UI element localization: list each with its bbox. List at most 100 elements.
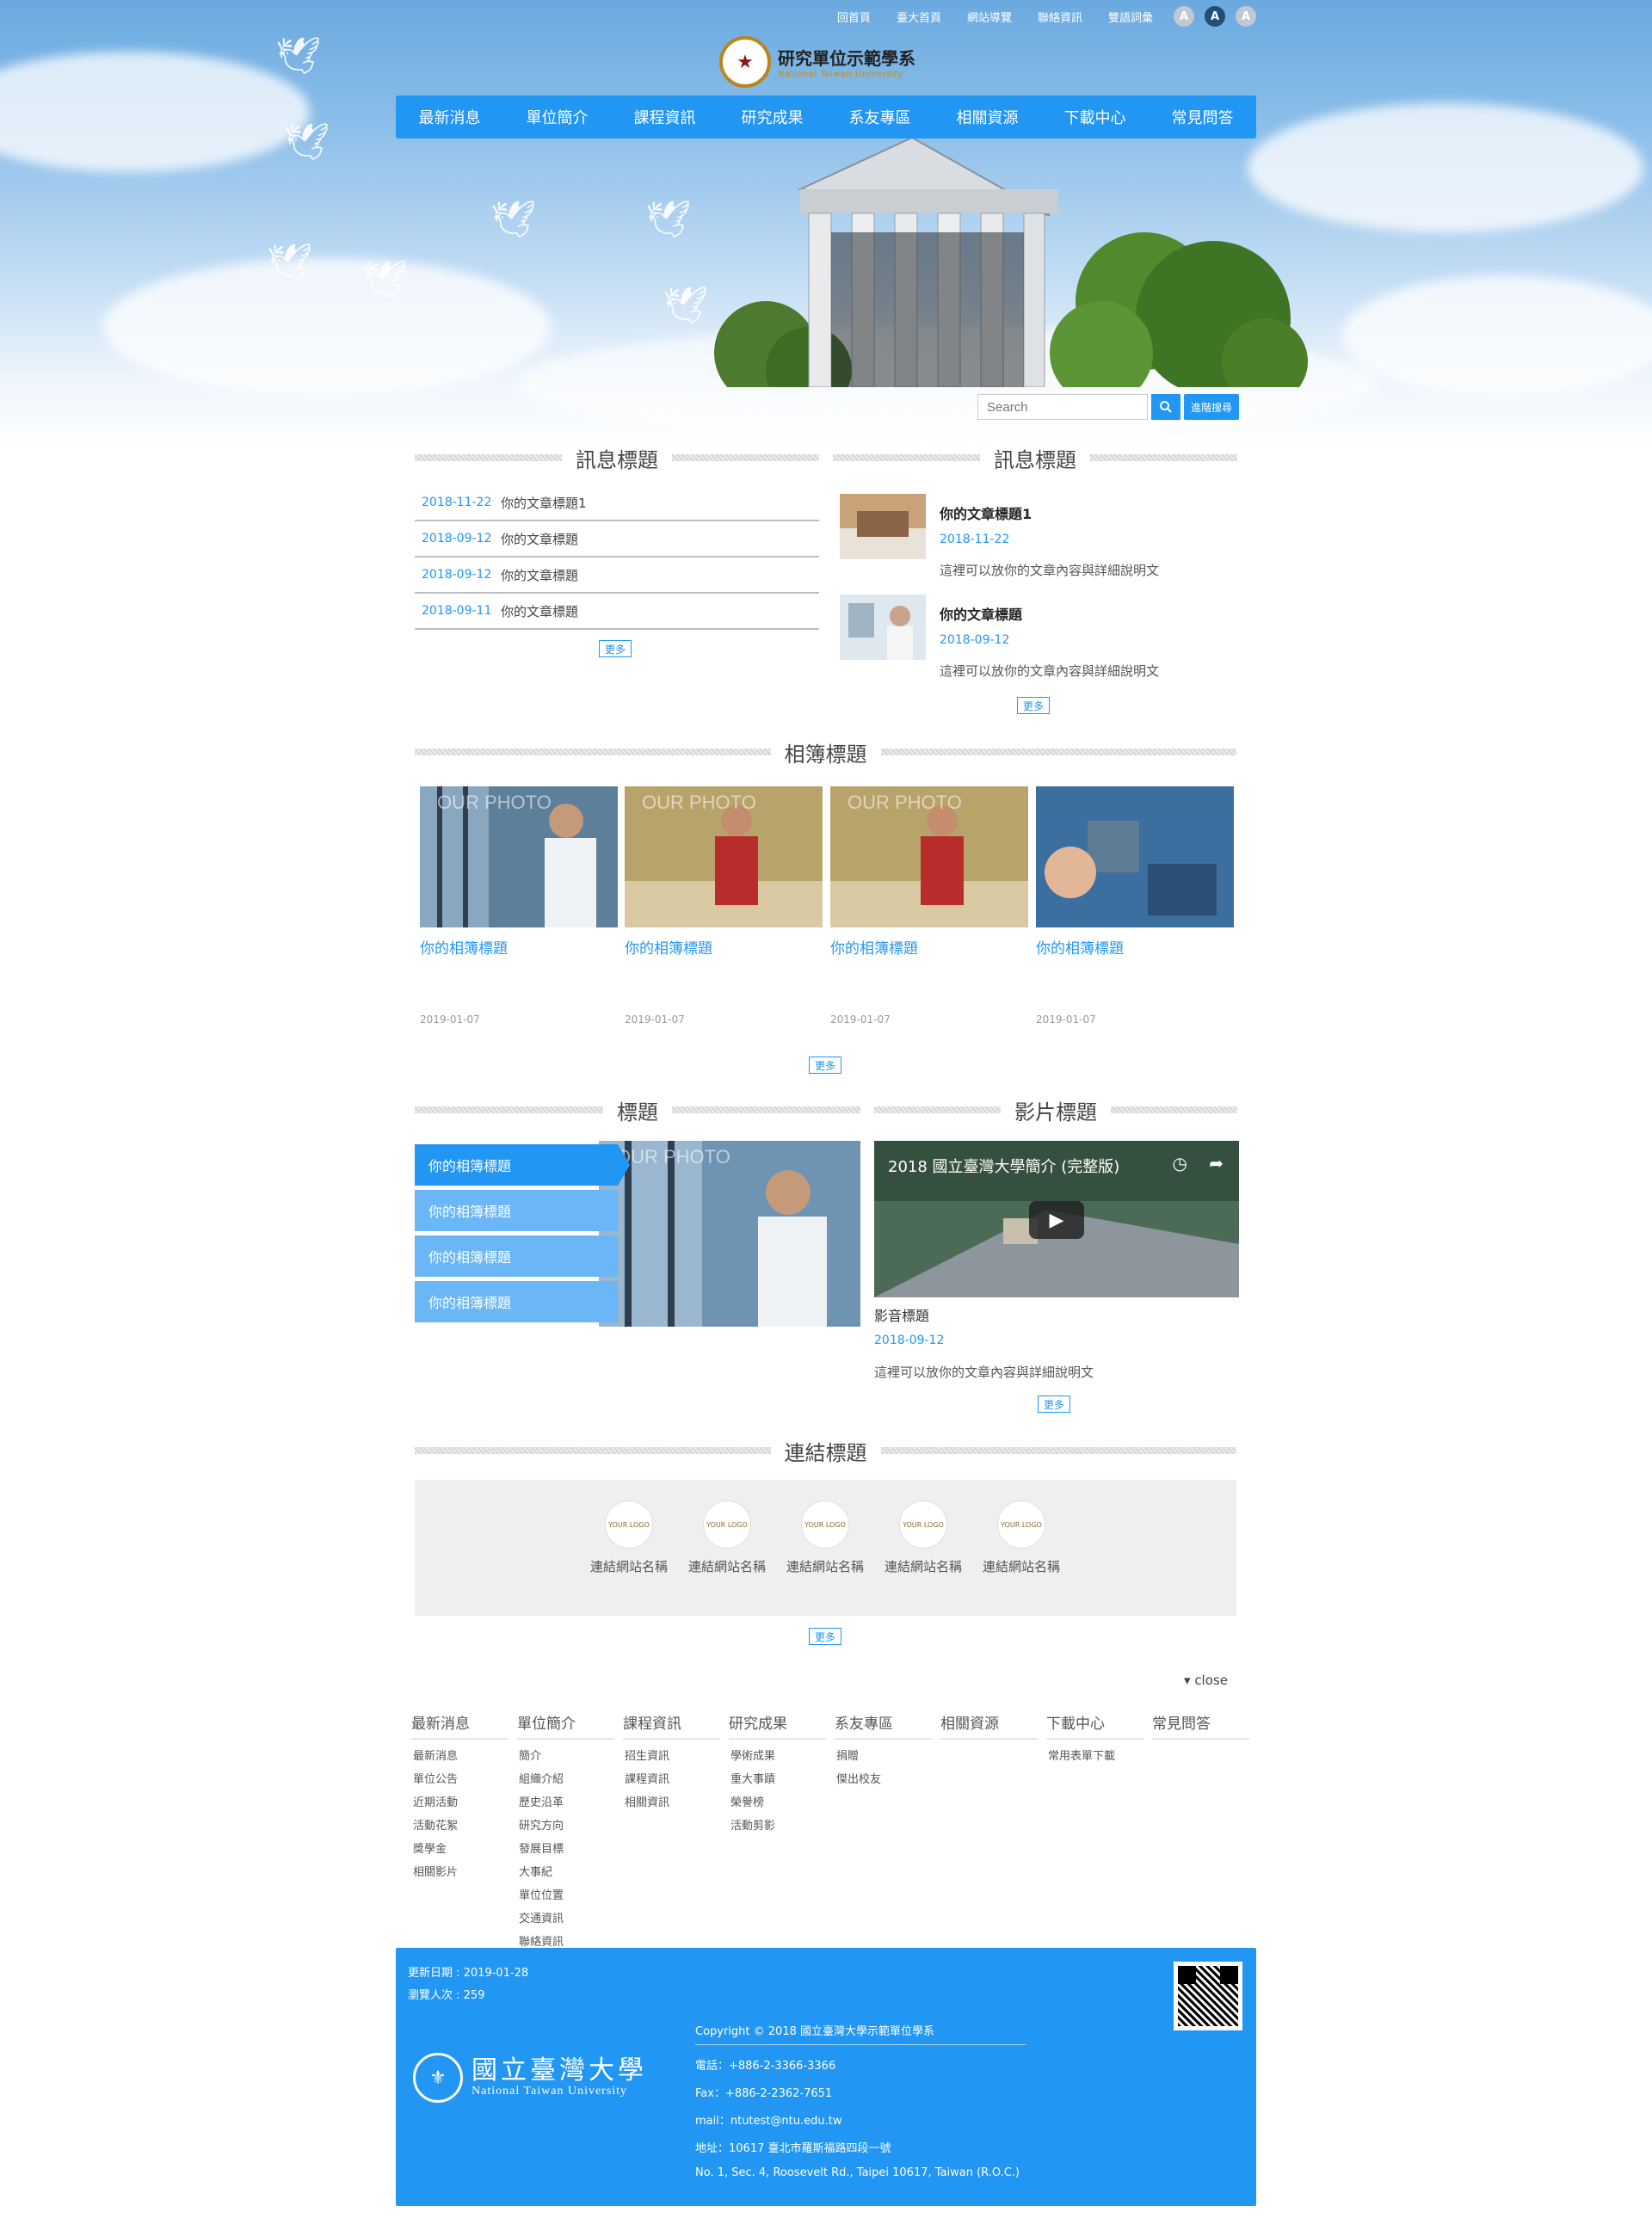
slide-tab[interactable]: 你的相簿標題 xyxy=(415,1144,630,1186)
sitemap-heading[interactable]: 系友專區 xyxy=(835,1708,932,1740)
album-title[interactable]: 你的相簿標題 xyxy=(625,936,823,958)
sitemap-heading[interactable]: 單位簡介 xyxy=(517,1708,614,1740)
sitemap-heading[interactable]: 課程資訊 xyxy=(623,1708,720,1740)
sitemap-link[interactable]: 常用表單下載 xyxy=(1046,1747,1150,1763)
video-more-button[interactable]: 更多 xyxy=(1038,1395,1071,1413)
sitemap-link[interactable]: 課程資訊 xyxy=(623,1770,727,1786)
sitemap-link[interactable]: 相關影片 xyxy=(411,1863,515,1879)
link-item[interactable]: YOUR LOGO 連結網站名稱 xyxy=(688,1500,766,1575)
sitemap-link[interactable]: 活動剪影 xyxy=(729,1816,833,1833)
sitemap-link[interactable]: 學術成果 xyxy=(729,1747,833,1763)
nav-research[interactable]: 研究成果 xyxy=(718,95,826,139)
sitemap-link[interactable]: 網站導覽 xyxy=(957,9,1022,25)
sitemap-link[interactable]: 相關資訊 xyxy=(623,1793,727,1809)
sitemap-link[interactable]: 研究方向 xyxy=(517,1816,621,1833)
nav-faq[interactable]: 常見問答 xyxy=(1149,95,1256,139)
slide-tab[interactable]: 你的相簿標題 xyxy=(415,1190,618,1231)
home-link[interactable]: 回首頁 xyxy=(827,9,881,25)
sitemap-link[interactable]: 重大事蹟 xyxy=(729,1770,833,1786)
sitemap-link[interactable]: 獎學金 xyxy=(411,1839,515,1856)
sitemap-link[interactable]: 榮譽榜 xyxy=(729,1793,833,1809)
nav-resources[interactable]: 相關資源 xyxy=(934,95,1041,139)
album-card[interactable]: OUR PHOTO 你的相簿標題 2019-01-07 xyxy=(420,786,618,1036)
sitemap-link[interactable]: 傑出校友 xyxy=(835,1770,939,1786)
sitemap-link[interactable]: 大事紀 xyxy=(517,1863,621,1879)
article-card[interactable]: 你的文章標題1 2018-11-22 這裡可以放你的文章內容與詳細說明文 xyxy=(840,494,1236,578)
sitemap-link[interactable]: 近期活動 xyxy=(411,1793,515,1809)
sitemap-link[interactable]: 單位公告 xyxy=(411,1770,515,1786)
link-item[interactable]: YOUR LOGO 連結網站名稱 xyxy=(590,1500,668,1575)
sitemap-link[interactable]: 歷史沿革 xyxy=(517,1793,621,1809)
sitemap-close-button[interactable]: ▾ close xyxy=(1184,1673,1228,1688)
album-title[interactable]: 你的相簿標題 xyxy=(830,936,1028,958)
nav-about[interactable]: 單位簡介 xyxy=(503,95,611,139)
sitemap-link[interactable]: 活動花絮 xyxy=(411,1816,515,1833)
news-more-button[interactable]: 更多 xyxy=(599,640,632,657)
sitemap-link[interactable]: 招生資訊 xyxy=(623,1747,727,1763)
link-item[interactable]: YOUR LOGO 連結網站名稱 xyxy=(983,1500,1060,1575)
slide-tab[interactable]: 你的相簿標題 xyxy=(415,1235,618,1277)
font-small-button[interactable]: A xyxy=(1174,6,1194,27)
sitemap-heading[interactable]: 下載中心 xyxy=(1046,1708,1143,1740)
font-medium-button[interactable]: A xyxy=(1205,6,1225,27)
news-title[interactable]: 你的文章標題 xyxy=(501,530,578,548)
contact-link[interactable]: 聯絡資訊 xyxy=(1027,9,1093,25)
clock-icon[interactable]: ◷ xyxy=(1173,1153,1187,1174)
album-more-button[interactable]: 更多 xyxy=(809,1057,842,1074)
sitemap-link[interactable]: 組織介紹 xyxy=(517,1770,621,1786)
album-date: 2019-01-07 xyxy=(1036,1014,1096,1026)
video-caption[interactable]: 影音標題 xyxy=(874,1304,929,1325)
nav-news[interactable]: 最新消息 xyxy=(396,95,503,139)
link-item[interactable]: YOUR LOGO 連結網站名稱 xyxy=(786,1500,864,1575)
sitemap-link[interactable]: 聯絡資訊 xyxy=(517,1932,621,1949)
album-title[interactable]: 你的相簿標題 xyxy=(1036,936,1234,958)
news-title[interactable]: 你的文章標題 xyxy=(501,566,578,584)
list-item[interactable]: 2018-09-12 你的文章標題 xyxy=(415,558,819,594)
sitemap-link[interactable]: 交通資訊 xyxy=(517,1909,621,1925)
nav-courses[interactable]: 課程資訊 xyxy=(611,95,718,139)
sitemap-link[interactable]: 單位位置 xyxy=(517,1886,621,1902)
news-title[interactable]: 你的文章標題 xyxy=(501,602,578,620)
article-card[interactable]: 你的文章標題 2018-09-12 這裡可以放你的文章內容與詳細說明文 xyxy=(840,595,1236,679)
links-more-button[interactable]: 更多 xyxy=(809,1628,842,1645)
glossary-link[interactable]: 雙語詞彙 xyxy=(1098,9,1163,25)
article-more-button[interactable]: 更多 xyxy=(1017,697,1051,714)
album-card[interactable]: OUR PHOTO 你的相簿標題 2019-01-07 xyxy=(625,786,823,1036)
sitemap-link[interactable]: 捐贈 xyxy=(835,1747,939,1763)
footer-mail[interactable]: mail：ntutest@ntu.edu.tw xyxy=(695,2111,841,2128)
visit-count: 瀏覽人次 : 259 xyxy=(408,1989,485,2002)
sitemap-heading[interactable]: 相關資源 xyxy=(940,1708,1038,1740)
nav-downloads[interactable]: 下載中心 xyxy=(1041,95,1149,139)
site-logo[interactable]: ★ 研究單位示範學系 National Taiwan University xyxy=(719,34,915,89)
share-icon[interactable]: ➦ xyxy=(1209,1153,1224,1174)
sitemap-column: 系友專區捐贈傑出校友 xyxy=(833,1708,939,1949)
video-player[interactable]: 2018 國立臺灣大學簡介 (完整版) ◷ ➦ ▶ xyxy=(874,1141,1239,1297)
search-input[interactable] xyxy=(977,394,1148,420)
sitemap-heading[interactable]: 常見問答 xyxy=(1152,1708,1249,1740)
nav-alumni[interactable]: 系友專區 xyxy=(826,95,934,139)
sitemap-link[interactable]: 簡介 xyxy=(517,1747,621,1763)
album-card[interactable]: 你的相簿標題 2019-01-07 xyxy=(1036,786,1234,1036)
ntu-logo[interactable]: ⚜ 國立臺灣大學 National Taiwan University xyxy=(413,2053,647,2103)
album-title[interactable]: 你的相簿標題 xyxy=(420,936,618,958)
font-large-button[interactable]: A xyxy=(1236,6,1256,27)
album-card[interactable]: OUR PHOTO 你的相簿標題 2019-01-07 xyxy=(830,786,1028,1036)
list-item[interactable]: 2018-09-12 你的文章標題 xyxy=(415,521,819,558)
search-button[interactable] xyxy=(1151,394,1180,420)
sitemap-link[interactable]: 發展目標 xyxy=(517,1839,621,1856)
list-item[interactable]: 2018-11-22 你的文章標題1 xyxy=(415,485,819,521)
list-item[interactable]: 2018-09-11 你的文章標題 xyxy=(415,594,819,630)
news-title[interactable]: 你的文章標題1 xyxy=(501,494,587,512)
link-item[interactable]: YOUR LOGO 連結網站名稱 xyxy=(885,1500,962,1575)
sitemap-heading[interactable]: 最新消息 xyxy=(411,1708,509,1740)
sitemap-link[interactable]: 最新消息 xyxy=(411,1747,515,1763)
sitemap-heading[interactable]: 研究成果 xyxy=(729,1708,826,1740)
advanced-search-button[interactable]: 進階搜尋 xyxy=(1184,394,1240,420)
bird-icon: 🕊 xyxy=(267,241,313,283)
article-title[interactable]: 你的文章標題 xyxy=(940,603,1022,624)
bird-icon: 🕊 xyxy=(361,258,408,300)
article-title[interactable]: 你的文章標題1 xyxy=(940,502,1032,523)
ntu-home-link[interactable]: 臺大首頁 xyxy=(886,9,952,25)
slide-tab[interactable]: 你的相簿標題 xyxy=(415,1281,618,1322)
play-button[interactable]: ▶ xyxy=(1029,1201,1084,1239)
